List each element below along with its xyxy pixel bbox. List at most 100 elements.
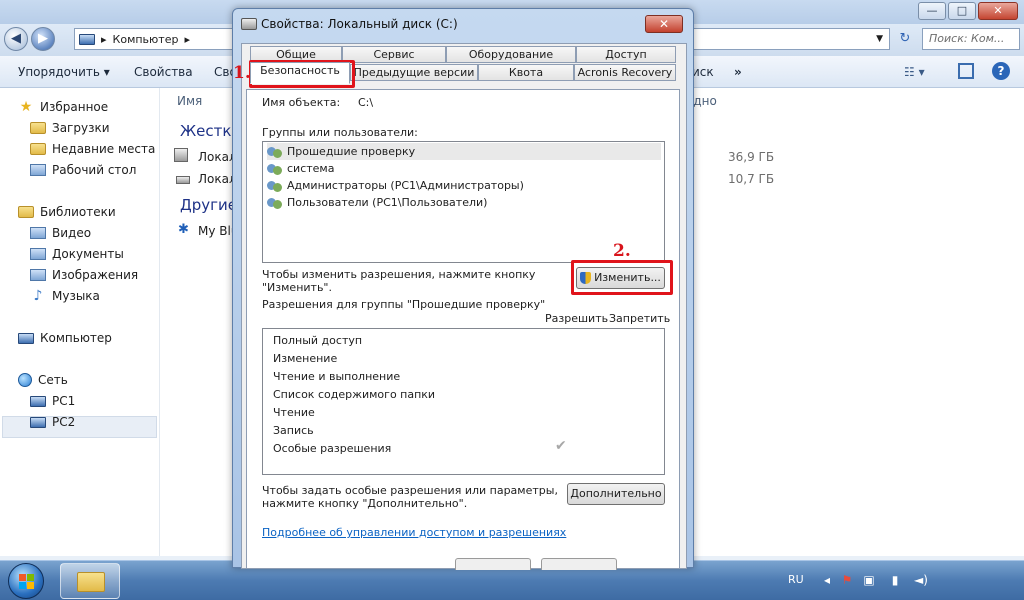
properties-button[interactable]: Свойства [134,65,193,79]
address-path: Компьютер [112,32,179,46]
preview-pane-icon[interactable] [958,63,974,79]
documents-icon [30,248,46,260]
tab-tools[interactable]: Сервис [342,46,446,63]
tab-previous-versions[interactable]: Предыдущие версии [350,64,478,81]
language-indicator[interactable]: RU [788,573,804,586]
change-hint-line1: Чтобы изменить разрешения, нажмите кнопк… [262,268,536,281]
user-item[interactable]: система [267,160,338,177]
overflow-button[interactable]: » [734,65,742,79]
dialog-title: Свойства: Локальный диск (C:) [261,17,458,31]
back-button[interactable]: ◀ [4,27,28,51]
action-center-icon[interactable]: ⚑ [840,573,854,587]
sidebar-item-recent[interactable]: Недавние места [30,142,155,156]
security-tab-panel: Имя объекта: C:\ Группы или пользователи… [246,89,680,570]
tab-acronis-recovery[interactable]: Acronis Recovery [574,64,676,81]
minimize-button[interactable]: — [918,2,946,20]
sidebar-item-libraries[interactable]: Библиотеки [18,205,116,219]
object-name-value: C:\ [358,96,374,109]
sidebar-item-favorites[interactable]: ★ Избранное [18,100,108,114]
cancel-button[interactable] [541,558,617,570]
highlight-box-step2 [571,260,673,295]
sidebar-selection [2,416,157,438]
deny-column-header: Запретить [609,312,671,325]
forward-button[interactable]: ▶ [31,27,55,51]
volume-icon[interactable]: ◄) [914,573,928,587]
allow-column-header: Разрешить [545,312,609,325]
permission-item: Чтение и выполнение [273,370,401,383]
folder-icon [30,122,46,134]
advanced-button[interactable]: Дополнительно [567,483,665,505]
sidebar-item-video[interactable]: Видео [30,226,91,240]
drive-d-free: 10,7 ГБ [728,172,775,186]
computer-icon [30,416,46,428]
network-icon [18,373,32,387]
tab-sharing[interactable]: Доступ [576,46,676,63]
windows-logo-icon [8,563,44,599]
drive-c-free: 36,9 ГБ [728,150,775,164]
sidebar-item-desktop[interactable]: Рабочий стол [30,163,136,177]
sidebar-item-music[interactable]: ♪ Музыка [30,289,100,303]
user-item[interactable]: Администраторы (PC1\Администраторы) [267,177,528,194]
tab-quota[interactable]: Квота [478,64,574,81]
user-item[interactable]: Прошедшие проверку [267,143,661,160]
device-icon[interactable]: ▣ [862,573,876,587]
star-icon: ★ [19,99,33,115]
permissions-list[interactable]: Полный доступ Изменение Чтение и выполне… [262,328,665,475]
users-icon [267,145,283,159]
address-dropdown-icon[interactable]: ▼ [876,34,883,44]
tab-hardware[interactable]: Оборудование [446,46,576,63]
groups-label: Группы или пользователи: [262,126,418,139]
folder-icon [77,572,105,592]
change-hint-line2: "Изменить". [262,281,332,294]
sidebar-item-images[interactable]: Изображения [30,268,138,282]
taskbar-explorer-button[interactable] [60,563,120,599]
drive-c-name[interactable]: Локал [198,150,237,164]
search-input[interactable]: Поиск: Ком... [922,28,1020,50]
computer-icon [79,33,95,45]
video-icon [30,227,46,239]
permission-item: Особые разрешения [273,442,392,455]
navigation-pane: ★ Избранное Загрузки Недавние места Рабоч… [0,88,160,560]
search-command-button[interactable]: иск [692,65,714,79]
users-icon [267,179,283,193]
library-icon [18,206,34,218]
organize-button[interactable]: Упорядочить ▾ [18,65,110,79]
allow-checkmark-icon: ✔ [555,438,567,454]
network-tray-icon[interactable]: ▮ [888,573,902,587]
close-button[interactable]: ✕ [978,2,1018,20]
bluetooth-icon: ✱ [178,222,189,237]
users-listbox[interactable]: Прошедшие проверку система Администратор… [262,141,665,263]
refresh-icon[interactable]: ↻ [892,28,918,50]
permissions-for-label: Разрешения для группы "Прошедшие проверк… [262,298,546,311]
drive-icon [176,176,190,184]
help-icon[interactable]: ? [992,62,1010,80]
step-1-label: 1. [233,63,251,83]
maximize-button[interactable]: □ [948,2,976,20]
drive-icon [174,148,188,162]
sidebar-item-documents[interactable]: Документы [30,247,124,261]
address-separator-2: ▸ [184,32,190,46]
sidebar-item-pc1[interactable]: PC1 [30,394,75,408]
address-separator: ▸ [101,32,107,46]
images-icon [30,269,46,281]
permission-item: Изменение [273,352,338,365]
special-hint-line1: Чтобы задать особые разрешения или парам… [262,484,558,497]
start-button[interactable] [4,561,48,600]
ok-button[interactable] [455,558,531,570]
tray-arrow-icon[interactable]: ◂ [820,573,834,587]
sidebar-item-pc2[interactable]: PC2 [30,415,75,429]
view-icon[interactable]: ☷ ▾ [904,65,925,79]
drive-d-name[interactable]: Локал [198,172,237,186]
desktop-icon [30,164,46,176]
tab-security[interactable]: Безопасность [250,62,350,84]
sidebar-item-downloads[interactable]: Загрузки [30,121,110,135]
sidebar-item-network[interactable]: Сеть [18,373,68,387]
permission-item: Список содержимого папки [273,388,436,401]
sidebar-item-computer[interactable]: Компьютер [18,331,112,345]
user-item[interactable]: Пользователи (PC1\Пользователи) [267,194,491,211]
help-link[interactable]: Подробнее об управлении доступом и разре… [262,526,566,539]
special-hint-line2: нажмите кнопку "Дополнительно". [262,497,468,510]
dialog-close-button[interactable]: ✕ [645,15,683,33]
music-icon: ♪ [33,288,43,304]
column-header-name[interactable]: Имя [177,94,202,108]
